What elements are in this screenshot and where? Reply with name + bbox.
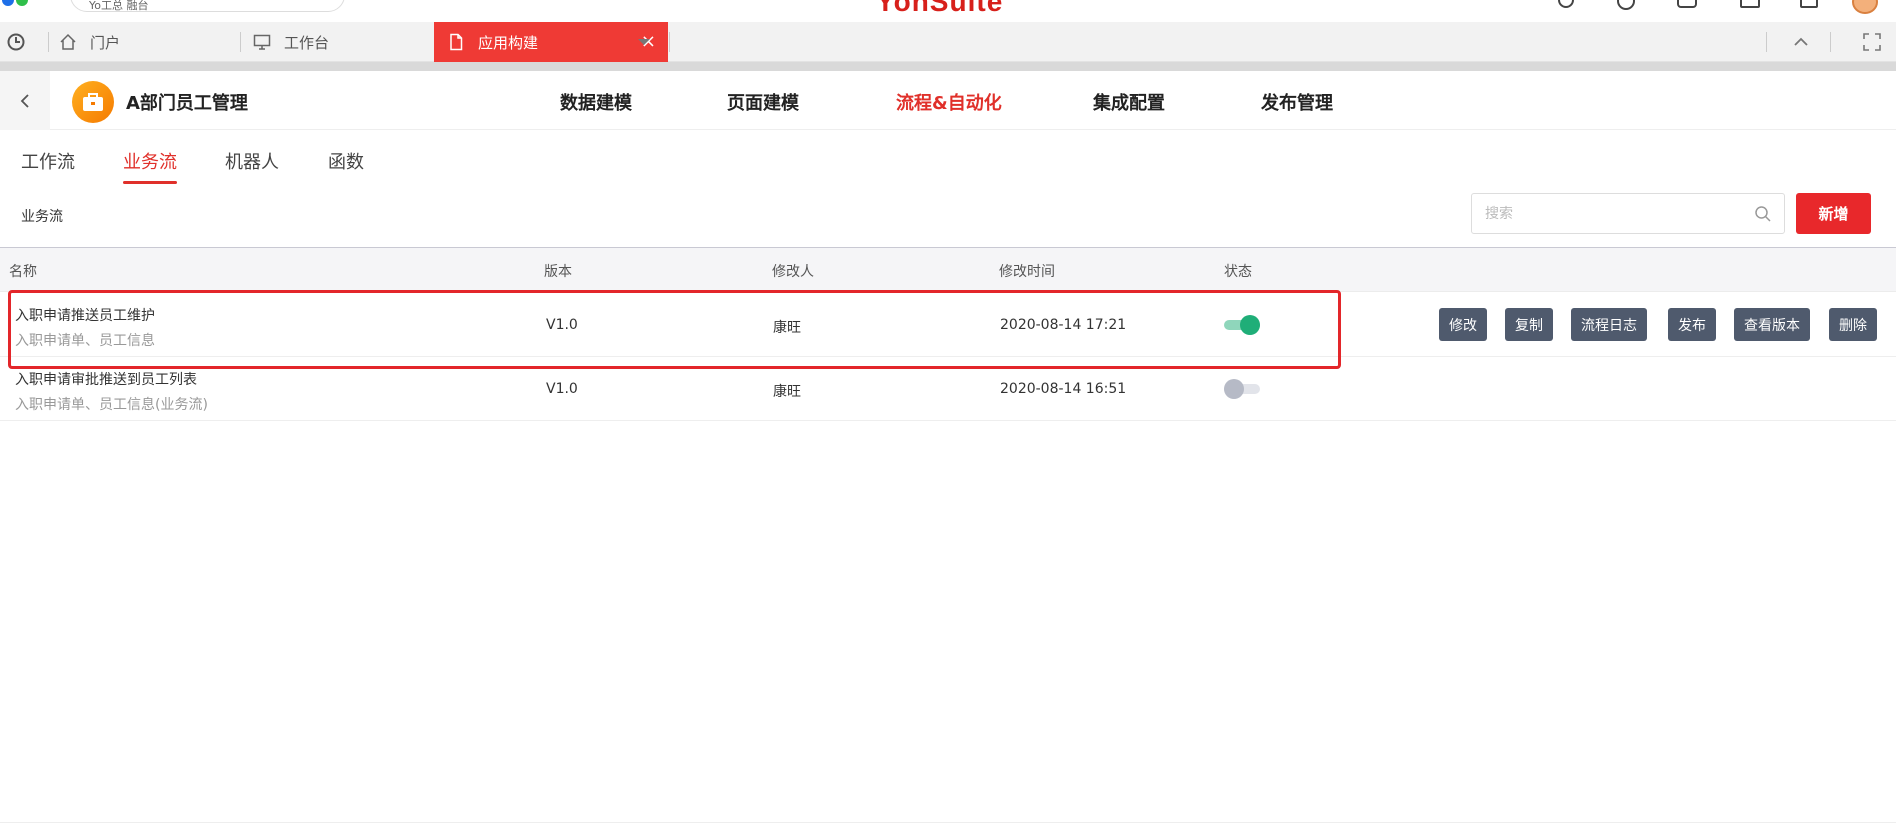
tab-workbench[interactable]: 工作台	[252, 22, 432, 62]
flow-version: V1.0	[546, 317, 578, 333]
history-icon[interactable]	[6, 32, 26, 52]
subtab-business-flow[interactable]: 业务流	[123, 148, 177, 184]
briefcase-icon	[72, 81, 114, 123]
app-name: A部门员工管理	[126, 93, 248, 114]
chevron-left-icon	[20, 93, 29, 108]
tab-divider	[240, 32, 241, 52]
brand-logo: YonSuite	[876, 0, 1004, 17]
tab-label: 门户	[90, 33, 121, 52]
copy-button[interactable]: 复制	[1505, 308, 1553, 341]
search-input[interactable]	[1472, 194, 1742, 233]
edit-button[interactable]: 修改	[1439, 308, 1487, 341]
back-button[interactable]	[0, 71, 50, 130]
headset-icon[interactable]	[1740, 0, 1760, 8]
column-header-modified-time: 修改时间	[999, 264, 1055, 280]
flow-name[interactable]: 入职申请审批推送到员工列表	[15, 369, 197, 389]
table-row[interactable]: 入职申请审批推送到员工列表 入职申请单、员工信息(业务流) V1.0 康旺 20…	[0, 357, 1896, 421]
tab-divider	[669, 32, 670, 52]
toggle-knob	[1224, 379, 1244, 399]
status-toggle[interactable]	[1224, 315, 1262, 335]
flow-description: 入职申请单、员工信息	[15, 333, 155, 349]
search-icon[interactable]	[1558, 0, 1574, 8]
flow-modified-time: 2020-08-14 16:51	[1000, 381, 1127, 397]
app-logo-icon	[0, 0, 34, 8]
column-header-modifier: 修改人	[772, 264, 814, 280]
subtab-workflow[interactable]: 工作流	[21, 148, 75, 174]
flow-name[interactable]: 入职申请推送员工维护	[15, 305, 155, 325]
flow-modifier: 康旺	[773, 384, 801, 400]
global-search-text: Yo工总 融台	[89, 0, 149, 12]
global-search-input[interactable]: Yo工总 融台	[70, 0, 345, 12]
nav-data-modeling[interactable]: 数据建模	[560, 89, 632, 115]
tab-divider	[1766, 32, 1767, 52]
top-header: Yo工总 融台 YonSuite	[0, 0, 1896, 22]
nav-process-automation[interactable]: 流程&自动化	[896, 89, 1002, 115]
flow-modified-time: 2020-08-14 17:21	[1000, 317, 1127, 333]
tab-label: 应用构建	[478, 33, 539, 52]
search-icon[interactable]	[1754, 205, 1772, 223]
chevron-down-icon[interactable]	[636, 34, 652, 50]
flow-modifier: 康旺	[773, 320, 801, 336]
status-toggle[interactable]	[1224, 379, 1262, 399]
tab-app-builder[interactable]: 应用构建 ×	[434, 22, 668, 62]
nav-page-modeling[interactable]: 页面建模	[727, 89, 799, 115]
tab-label: 工作台	[284, 33, 330, 52]
app-header: A部门员工管理 数据建模 页面建模 流程&自动化 集成配置 发布管理	[0, 71, 1896, 130]
document-icon	[446, 32, 466, 52]
tab-divider	[1830, 32, 1831, 52]
monitor-icon	[252, 32, 272, 52]
flow-version: V1.0	[546, 381, 578, 397]
view-versions-button[interactable]: 查看版本	[1734, 308, 1810, 341]
delete-button[interactable]: 删除	[1829, 308, 1877, 341]
toggle-knob	[1240, 315, 1260, 335]
search-field[interactable]	[1471, 193, 1785, 234]
tab-portal[interactable]: 门户	[58, 22, 238, 62]
table-row[interactable]: 入职申请推送员工维护 入职申请单、员工信息 V1.0 康旺 2020-08-14…	[0, 293, 1896, 357]
flow-description: 入职申请单、员工信息(业务流)	[15, 397, 208, 413]
column-header-version: 版本	[544, 264, 572, 280]
tab-divider	[48, 32, 49, 52]
message-icon[interactable]	[1677, 0, 1697, 8]
column-header-name: 名称	[9, 264, 37, 280]
avatar[interactable]	[1852, 0, 1878, 14]
chevron-up-icon[interactable]	[1791, 32, 1811, 52]
subtab-robot[interactable]: 机器人	[225, 148, 279, 174]
subtab-function[interactable]: 函数	[328, 148, 364, 174]
publish-button[interactable]: 发布	[1668, 308, 1716, 341]
table-header: 名称 版本 修改人 修改时间 状态	[0, 247, 1896, 292]
column-header-status: 状态	[1224, 264, 1252, 280]
nav-release-management[interactable]: 发布管理	[1261, 89, 1333, 115]
fullscreen-icon[interactable]	[1862, 32, 1882, 52]
window-tab-strip: 门户 工作台 应用构建 ×	[0, 22, 1896, 71]
add-button[interactable]: 新增	[1796, 193, 1871, 234]
process-log-button[interactable]: 流程日志	[1571, 308, 1647, 341]
home-icon	[58, 32, 78, 52]
info-icon[interactable]	[1617, 0, 1635, 10]
section-title: 业务流	[21, 209, 63, 225]
calendar-icon[interactable]	[1800, 0, 1818, 8]
nav-integration-config[interactable]: 集成配置	[1093, 89, 1165, 115]
